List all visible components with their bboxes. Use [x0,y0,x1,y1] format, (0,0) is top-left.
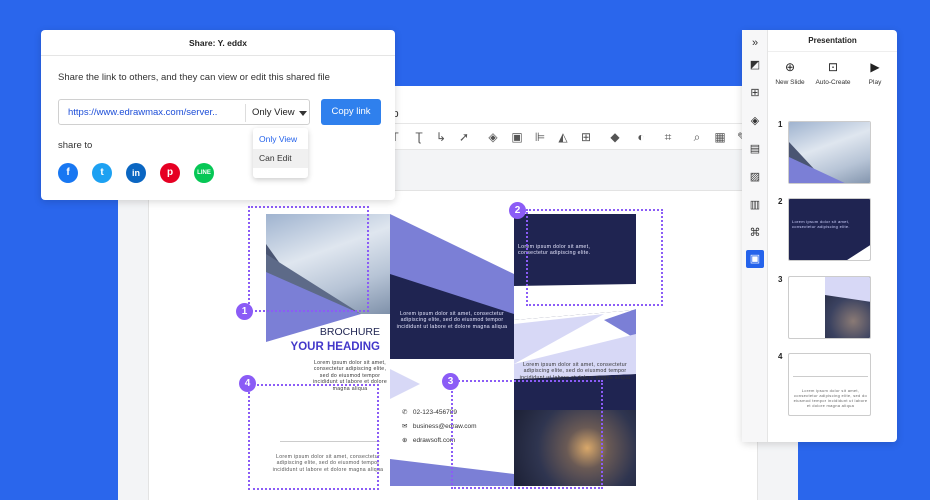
slide-thumbnail-4[interactable]: Lorem ipsum dolor sit amet, consectetur … [788,353,871,416]
slide-2-shapes [847,245,870,260]
group-icon[interactable]: ▣ [508,128,526,146]
chevron-down-icon[interactable] [299,111,307,116]
plus-circle-icon: ⊕ [784,60,796,74]
brochure-body-text-5: Lorem ipsum dolor sit amet, consectetur … [519,362,631,381]
table-icon[interactable]: ▦ [711,128,729,146]
slide-number-2: 2 [778,197,783,206]
line-icon[interactable]: LINE [194,163,214,183]
fill-color-icon[interactable]: ◆ [606,128,624,146]
permission-select[interactable]: Only View [252,107,295,118]
phone-icon: ✆ [402,409,408,416]
callout-number-4[interactable]: 4 [239,375,256,392]
share-dialog: Share: Y. eddx Share the link to others,… [41,30,395,200]
facebook-icon[interactable]: f [58,163,78,183]
callout-box-2 [526,209,663,306]
website-row: ⊕ edrawsoft.com [402,436,455,444]
callout-box-4 [248,384,379,490]
new-slide-label: New Slide [775,79,805,86]
phone-row: ✆ 02-123-456789 [402,408,457,416]
callout-number-1[interactable]: 1 [236,303,253,320]
pinterest-icon[interactable]: p [160,163,180,183]
image-icon[interactable]: ▨ [746,168,764,186]
side-rail: » ◩ ⊞ ◈ ▤ ▨ ▥ ⌘ ▣ [742,30,768,442]
fill-bucket-icon[interactable]: ◩ [746,56,764,74]
shape-style-icon[interactable]: ◐ [632,128,650,146]
share-to-label: share to [58,140,93,151]
callout-number-3[interactable]: 3 [442,373,459,390]
linkedin-icon[interactable]: in [126,163,146,183]
brochure-heading-small: BROCHURE [319,326,380,338]
connector-icon[interactable]: ↳ [432,128,450,146]
search-icon[interactable]: ⌕ [688,128,706,146]
crop-icon[interactable]: ⌗ [659,128,677,146]
permission-dropdown: Only View Can Edit [253,128,308,178]
slide-4-divider [793,376,868,377]
option-can-edit[interactable]: Can Edit [253,149,308,168]
share-link-url[interactable]: https://www.edrawmax.com/server.. [68,107,217,118]
slide-thumbnail-3[interactable] [788,276,871,339]
share-link-field[interactable]: https://www.edrawmax.com/server.. Only V… [58,99,310,125]
slide-number-1: 1 [778,120,783,129]
slide-thumbnail-1[interactable] [788,121,871,184]
option-only-view[interactable]: Only View [253,130,308,149]
globe-icon: ⊕ [402,437,408,444]
page-icon[interactable]: ▤ [746,140,764,158]
callout-box-3 [451,380,603,489]
layers-icon[interactable]: ◈ [746,112,764,130]
callout-number-2[interactable]: 2 [509,202,526,219]
slide-1-shapes [789,142,845,183]
play-button[interactable]: ▶ Play [853,60,897,86]
copy-link-button[interactable]: Copy link [321,99,381,125]
slide-thumbnail-2[interactable]: Lorem ipsum dolor sit amet, consectetur … [788,198,871,261]
presentation-title: Presentation [768,30,897,52]
slide-4-text: Lorem ipsum dolor sit amet, consectetur … [793,388,868,408]
twitter-icon[interactable]: t [92,163,112,183]
mindmap-icon[interactable]: ⌘ [746,224,764,242]
slide-3-shapes [825,277,870,302]
layers-icon[interactable]: ◈ [484,128,502,146]
auto-create-button[interactable]: ⊡ Auto-Create [811,60,855,86]
play-icon: ▶ [870,60,880,74]
align-icon[interactable]: ⊫ [531,128,549,146]
data-icon[interactable]: ▥ [746,196,764,214]
share-dialog-title: Share: Y. eddx [41,30,395,56]
callout-box-1 [248,206,369,312]
presentation-icon[interactable]: ▣ [746,250,764,268]
distribute-icon[interactable]: ⊞ [577,128,595,146]
brochure-body-text-3: Lorem ipsum dolor sit amet, consectetur … [396,311,508,330]
text-box-icon[interactable]: Ʈ [410,128,428,146]
field-divider [245,104,246,122]
website-text: edrawsoft.com [412,437,456,444]
presentation-panel: » ◩ ⊞ ◈ ▤ ▨ ▥ ⌘ ▣ Presentation ⊕ New Sli… [742,30,897,442]
share-description: Share the link to others, and they can v… [58,72,330,83]
play-label: Play [868,79,882,86]
mail-icon: ✉ [402,423,408,430]
auto-create-label: Auto-Create [815,79,851,86]
flip-icon[interactable]: ◭ [554,128,572,146]
grid-icon[interactable]: ⊞ [746,84,764,102]
auto-create-icon: ⊡ [827,60,839,74]
slide-number-3: 3 [778,275,783,284]
new-slide-button[interactable]: ⊕ New Slide [768,60,812,86]
pointer-icon[interactable]: ➚ [455,128,473,146]
slide-number-4: 4 [778,352,783,361]
brochure-heading-large: YOUR HEADING [290,341,380,353]
collapse-icon[interactable]: » [746,34,764,52]
